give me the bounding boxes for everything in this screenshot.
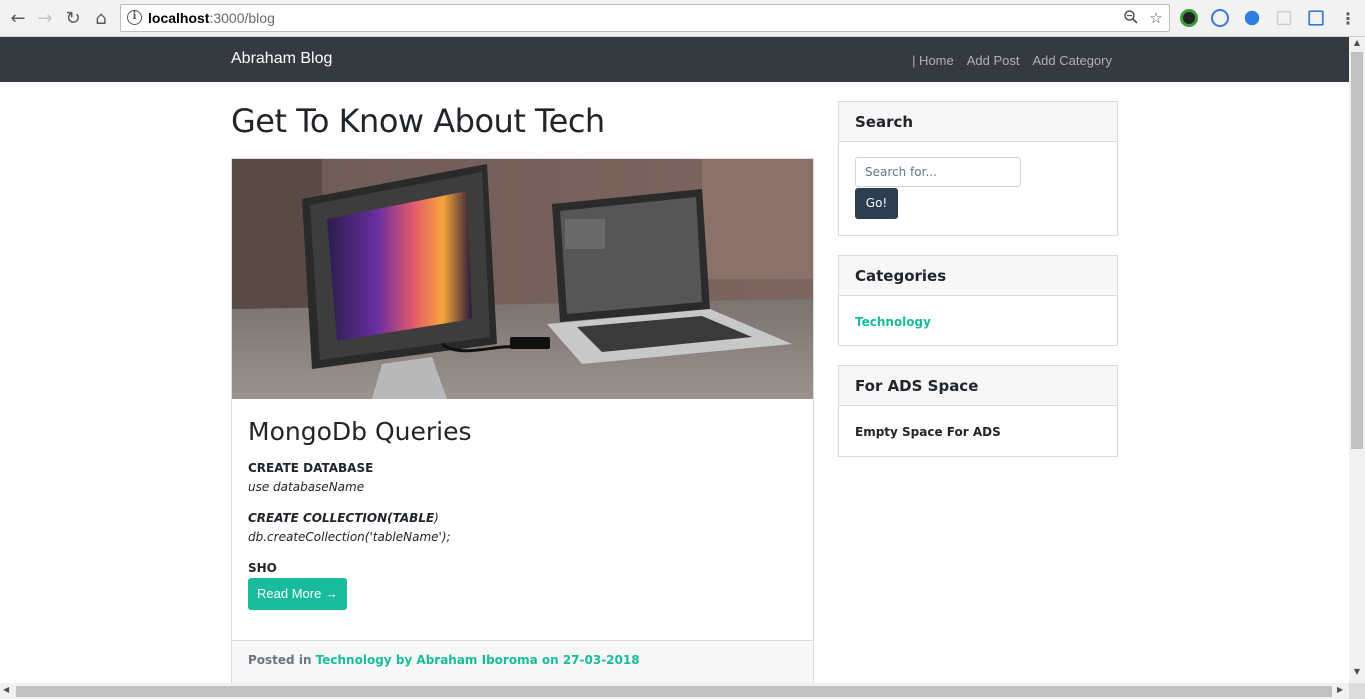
scroll-left-icon[interactable]: ◀ xyxy=(3,685,9,694)
address-bar[interactable]: i localhost:3000/blog ☆ xyxy=(120,4,1170,32)
excerpt-code-2: db.createCollection('tableName'); xyxy=(248,530,451,544)
site-brand[interactable]: Abraham Blog xyxy=(231,50,332,68)
menu-kebab-icon[interactable]: ⋮ xyxy=(1337,7,1359,29)
info-icon[interactable]: i xyxy=(127,10,142,25)
home-icon[interactable]: ⌂ xyxy=(90,7,112,29)
extension-sync-icon[interactable] xyxy=(1211,9,1229,27)
excerpt-heading-2-text: CREATE COLLECTION(TABLE xyxy=(248,511,435,525)
excerpt-code-1: use databaseName xyxy=(248,480,365,494)
search-input[interactable]: Search for... xyxy=(855,157,1021,187)
post-author-date: by Abraham Iboroma on 27-03-2018 xyxy=(395,653,640,667)
url-host: localhost xyxy=(148,10,210,26)
post-title[interactable]: MongoDb Queries xyxy=(248,417,471,446)
search-go-button[interactable]: Go! xyxy=(855,188,898,219)
nav-home[interactable]: | Home xyxy=(912,53,954,68)
scroll-right-icon[interactable]: ▶ xyxy=(1337,685,1343,694)
horizontal-scroll-thumb[interactable] xyxy=(16,686,1332,697)
bookmark-star-icon[interactable]: ☆ xyxy=(1147,9,1165,27)
page-title: Get To Know About Tech xyxy=(231,102,605,140)
excerpt-heading-2-tail: ) xyxy=(434,511,439,525)
scroll-down-icon[interactable]: ▼ xyxy=(1352,667,1362,676)
post-excerpt: CREATE DATABASE use databaseName CREATE … xyxy=(248,459,798,578)
browser-toolbar: ← → ↻ ⌂ i localhost:3000/blog ☆ ⋮ xyxy=(0,0,1365,37)
post-card: MongoDb Queries CREATE DATABASE use data… xyxy=(231,158,814,688)
search-widget-title: Search xyxy=(839,102,1117,142)
forward-icon[interactable]: → xyxy=(34,7,56,29)
post-meta-prefix: Posted in xyxy=(248,653,312,667)
url-path: :3000/blog xyxy=(209,10,275,26)
excerpt-heading-2: CREATE COLLECTION(TABLE) xyxy=(248,509,798,528)
zoom-icon[interactable] xyxy=(1122,9,1140,27)
ads-widget: For ADS Space Empty Space For ADS xyxy=(838,365,1118,457)
extension-comment-icon[interactable] xyxy=(1276,10,1292,26)
back-icon[interactable]: ← xyxy=(7,7,29,29)
reload-icon[interactable]: ↻ xyxy=(62,7,84,29)
post-meta: Posted in Technology by Abraham Iboroma … xyxy=(248,653,640,667)
excerpt-heading-1: CREATE DATABASE xyxy=(248,461,374,475)
nav-add-post[interactable]: Add Post xyxy=(967,53,1020,68)
post-image xyxy=(232,159,813,399)
excerpt-heading-3: SHO xyxy=(248,561,277,575)
extension-check-icon[interactable] xyxy=(1244,10,1260,26)
url-text[interactable]: localhost:3000/blog xyxy=(148,10,275,26)
scrollbar-corner xyxy=(1349,683,1365,699)
ads-widget-title: For ADS Space xyxy=(839,366,1117,406)
nav-links: | Home Add Post Add Category xyxy=(912,53,1112,68)
vertical-scroll-thumb[interactable] xyxy=(1351,52,1363,449)
extension-color-icon[interactable] xyxy=(1180,9,1198,27)
scroll-up-icon[interactable]: ▲ xyxy=(1352,38,1362,47)
categories-widget: Categories Technology xyxy=(838,255,1118,346)
post-category-link[interactable]: Technology xyxy=(316,653,392,667)
search-widget: Search Search for... Go! xyxy=(838,101,1118,236)
ads-text: Empty Space For ADS xyxy=(855,425,1001,439)
site-navbar: Abraham Blog | Home Add Post Add Categor… xyxy=(0,37,1349,82)
extension-window-icon[interactable] xyxy=(1308,10,1324,26)
post-footer: Posted in Technology by Abraham Iboroma … xyxy=(232,640,813,688)
read-more-button[interactable]: Read More → xyxy=(248,578,347,610)
category-link-technology[interactable]: Technology xyxy=(855,315,931,329)
nav-add-category[interactable]: Add Category xyxy=(1033,53,1113,68)
categories-widget-title: Categories xyxy=(839,256,1117,296)
